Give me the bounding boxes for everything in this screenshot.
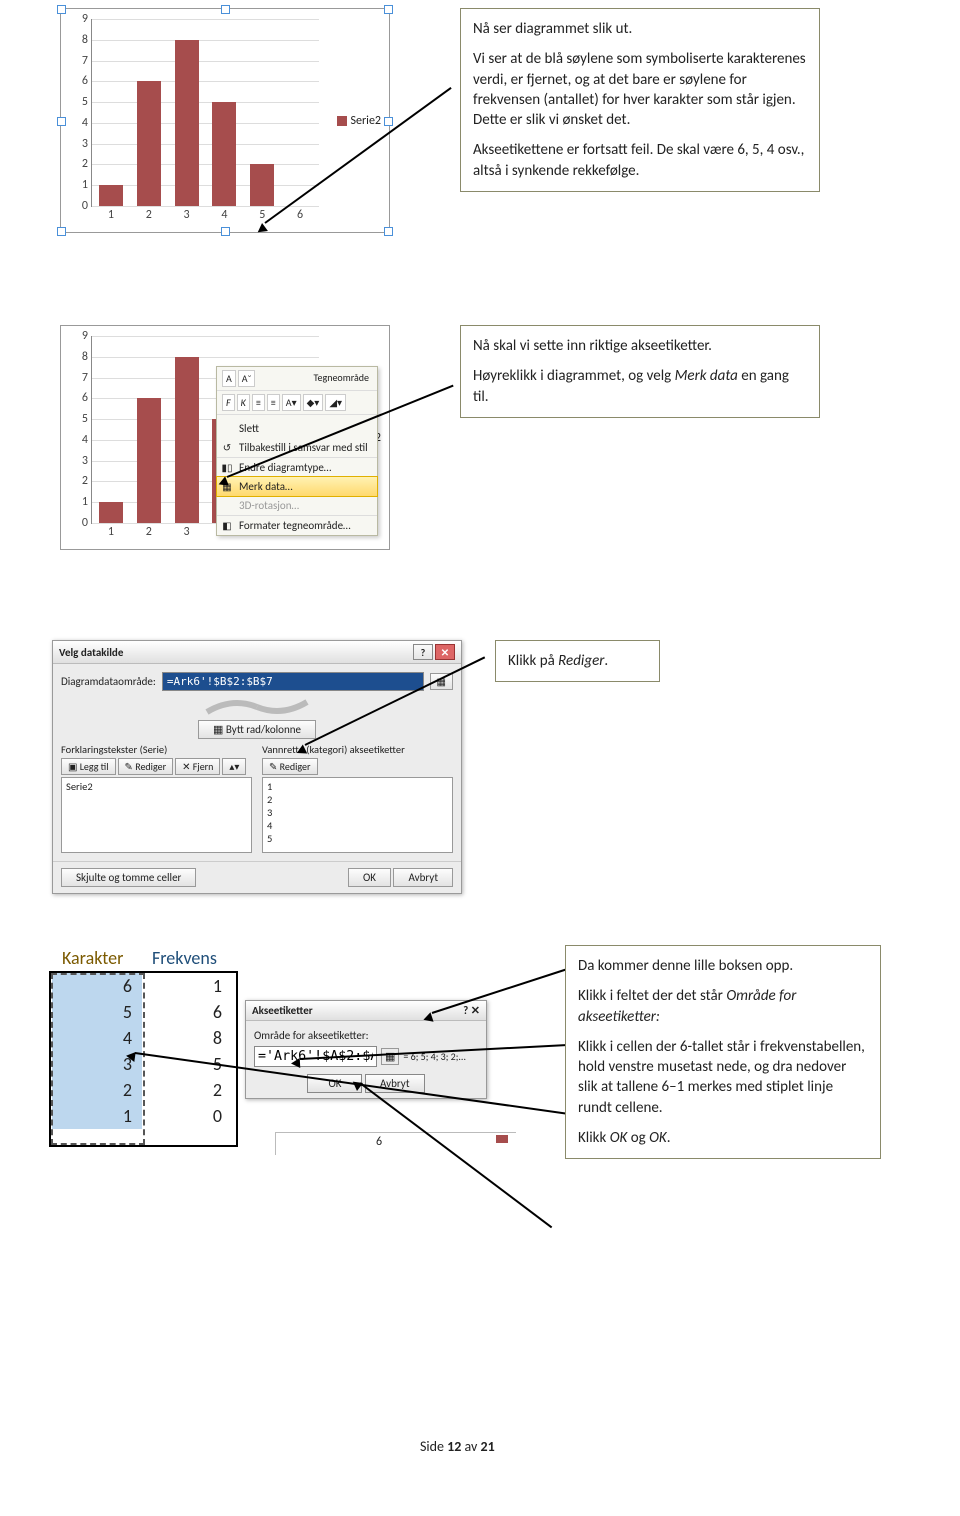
chart-icon: ▮▯ <box>220 460 234 474</box>
list-item[interactable]: 3 <box>267 806 448 819</box>
context-menu[interactable]: A A˘ Tegneområde F K ≡ ≡ A▾ ◆▾ ◢▾ Slett … <box>216 366 378 536</box>
italic-btn[interactable]: F <box>222 394 235 411</box>
range-picker-icon[interactable]: ▦ <box>381 1048 399 1065</box>
col-header-karakter: Karakter <box>52 945 142 972</box>
cell[interactable]: 1 <box>52 1103 142 1129</box>
arrow <box>432 969 566 1014</box>
axis-list[interactable]: 1 2 3 4 5 <box>262 777 453 853</box>
edit-button[interactable]: ✎ Rediger <box>118 758 174 775</box>
arrow-head <box>125 1051 135 1062</box>
cell[interactable]: 6 <box>52 972 142 999</box>
col-header-frekvens: Frekvens <box>142 945 232 972</box>
callout-4-p2: Klikk i feltet der det står Område for a… <box>578 986 868 1027</box>
list-item[interactable]: 4 <box>267 819 448 832</box>
callout-1-p2: Vi ser at de blå søylene som symbolisert… <box>473 49 807 130</box>
switch-arrows-icon <box>202 697 312 717</box>
italic-btn[interactable]: K <box>237 394 250 411</box>
menu-item-merk-data[interactable]: ▦Merk data… <box>216 476 378 497</box>
font-color-btn[interactable]: A▾ <box>282 394 301 411</box>
callout-1: Nå ser diagrammet slik ut. Vi ser at de … <box>460 8 820 192</box>
cell[interactable]: 2 <box>142 1077 232 1103</box>
callout-4-p1: Da kommer denne lille boksen opp. <box>578 956 868 976</box>
close-button[interactable]: ✕ <box>435 644 455 660</box>
list-item[interactable]: 1 <box>267 780 448 793</box>
dialog-title: Velg datakilde <box>59 646 123 659</box>
edit-axis-button[interactable]: ✎ Rediger <box>262 758 318 775</box>
menu-item-endre-type[interactable]: ▮▯Endre diagramtype… <box>217 458 377 477</box>
add-button[interactable]: ▣ Legg til <box>61 758 116 775</box>
font-size-box[interactable]: A <box>222 370 236 387</box>
cancel-button[interactable]: Avbryt <box>393 868 453 887</box>
reset-icon: ↺ <box>220 440 234 454</box>
align-btn[interactable]: ≡ <box>252 394 265 411</box>
legend-label: Serie2 <box>351 114 381 128</box>
callout-4: Da kommer denne lille boksen opp. Klikk … <box>565 945 881 1159</box>
callout-2-p2: Høyreklikk i diagrammet, og velg Merk da… <box>473 366 807 407</box>
menu-item-rotasjon: 3D-rotasjon… <box>217 496 377 515</box>
hidden-cells-button[interactable]: Skjulte og tomme celler <box>61 868 196 887</box>
cell[interactable]: 0 <box>142 1103 232 1129</box>
range-input[interactable]: =Ark6'!$B$2:$B$7 <box>162 672 424 691</box>
callout-4-p4: Klikk OK og OK. <box>578 1128 868 1148</box>
list-item[interactable]: 2 <box>267 793 448 806</box>
menu-item-slett[interactable]: Slett <box>217 419 377 438</box>
cell[interactable]: 2 <box>52 1077 142 1103</box>
page-footer: Side 12 av 21 <box>420 1438 495 1455</box>
legend: Serie2 <box>337 114 381 128</box>
left-list-label: Forklaringstekster (Serie) <box>61 743 252 756</box>
axis-range-label: Område for akseetiketter: <box>254 1029 478 1042</box>
chart-2: 0123456789123456 Serie2 A A˘ Tegneområde… <box>60 325 390 550</box>
chart-1: 0123456789123456 Serie2 <box>60 8 390 233</box>
list-item[interactable]: Serie2 <box>66 780 247 793</box>
range-label: Diagramdataområde: <box>61 675 156 688</box>
frequency-table[interactable]: Karakter Frekvens 61 56 48 35 22 10 <box>52 945 232 1129</box>
cell[interactable]: 1 <box>142 972 232 999</box>
align-btn[interactable]: ≡ <box>267 394 280 411</box>
callout-3: Klikk på Rediger. <box>495 640 660 682</box>
fill-btn[interactable]: ◆▾ <box>303 394 324 411</box>
list-item[interactable]: 5 <box>267 832 448 845</box>
right-list-label: Vannrette (kategori) akseetiketter <box>262 743 453 756</box>
cell[interactable]: 5 <box>52 999 142 1025</box>
dialog-title: Akseetiketter <box>252 1004 313 1017</box>
cell[interactable]: 6 <box>142 999 232 1025</box>
up-down-button[interactable]: ▴▾ <box>222 758 246 775</box>
help-button[interactable]: ? <box>463 1004 468 1017</box>
close-button[interactable]: ✕ <box>471 1004 480 1017</box>
callout-1-p3: Akseetikettene er fortsatt feil. De skal… <box>473 140 807 181</box>
dialog-velg-datakilde[interactable]: Velg datakilde ? ✕ Diagramdataområde: =A… <box>52 640 462 894</box>
group-label: Tegneområde <box>311 370 372 387</box>
callout-4-p3: Klikk i cellen der 6-tallet står i frekv… <box>578 1037 868 1118</box>
axis-fragment: 6 <box>275 1132 516 1155</box>
arrow-head <box>291 1058 301 1068</box>
callout-2: Nå skal vi sette inn riktige akseetikett… <box>460 325 820 418</box>
font-size-box[interactable]: A˘ <box>238 370 256 387</box>
ok-button[interactable]: OK <box>348 868 391 887</box>
format-icon: ◧ <box>220 518 234 532</box>
menu-item-formater[interactable]: ◧Formater tegneområde… <box>217 516 377 535</box>
help-button[interactable]: ? <box>413 644 433 660</box>
cell[interactable]: 8 <box>142 1025 232 1051</box>
outline-btn[interactable]: ◢▾ <box>325 394 346 411</box>
remove-button[interactable]: ✕ Fjern <box>175 758 220 775</box>
callout-3-p1: Klikk på Rediger. <box>508 651 647 671</box>
series-list[interactable]: Serie2 <box>61 777 252 853</box>
cell[interactable]: 4 <box>52 1025 142 1051</box>
callout-2-p1: Nå skal vi sette inn riktige akseetikett… <box>473 336 807 356</box>
switch-row-col-button[interactable]: ▦ Bytt rad/kolonne <box>198 720 316 739</box>
callout-1-p1: Nå ser diagrammet slik ut. <box>473 19 807 39</box>
arrow <box>359 1082 552 1228</box>
